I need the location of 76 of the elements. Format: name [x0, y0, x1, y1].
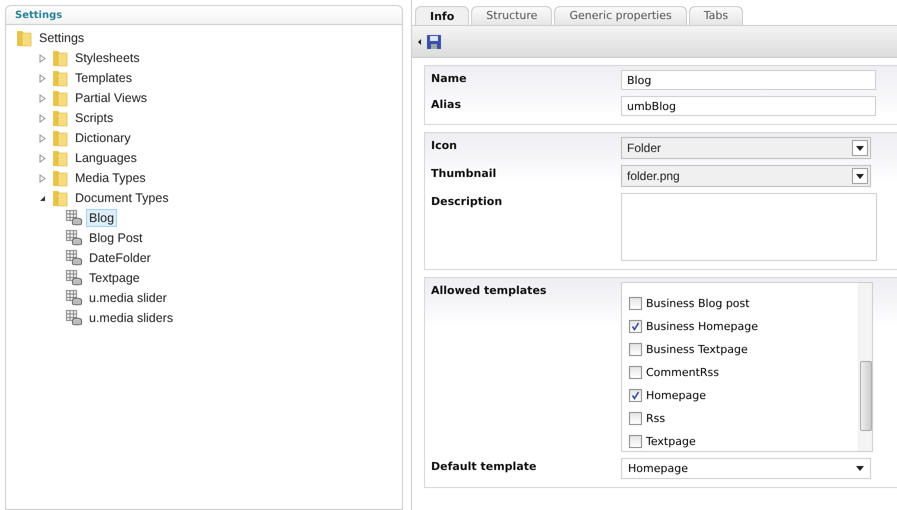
- tree-item[interactable]: u.media sliders: [86, 309, 176, 327]
- expand-arrow-icon[interactable]: [38, 54, 46, 62]
- checkbox-label: Rss: [646, 412, 666, 424]
- description-field[interactable]: [621, 193, 877, 261]
- text-field[interactable]: umbBlog: [621, 96, 876, 116]
- tree-item[interactable]: Blog Post: [86, 229, 146, 247]
- field-label: Allowed templates: [431, 283, 548, 299]
- checkbox[interactable]: [629, 320, 642, 332]
- field-label: Alias: [431, 97, 462, 113]
- expand-arrow-icon[interactable]: [38, 174, 46, 182]
- field-label: Name: [431, 71, 468, 87]
- database-table-icon: [66, 270, 82, 286]
- collapse-arrow-icon[interactable]: [38, 194, 46, 202]
- folder-icon: [16, 29, 32, 47]
- checkbox-label: Homepage: [646, 388, 706, 402]
- expand-arrow-icon[interactable]: [38, 114, 46, 122]
- dropdown-field[interactable]: Homepage: [621, 458, 871, 479]
- tree-item[interactable]: Blog: [86, 209, 118, 227]
- tree-item[interactable]: Dictionary: [72, 129, 134, 147]
- tree-root[interactable]: Settings: [36, 29, 88, 47]
- database-table-icon: [66, 230, 82, 246]
- tree-item[interactable]: Templates: [72, 69, 135, 87]
- checkbox[interactable]: [629, 434, 642, 448]
- expand-arrow-icon[interactable]: [38, 74, 46, 82]
- tab[interactable]: Generic properties: [554, 6, 687, 25]
- checkbox-label: Business Textpage: [646, 342, 748, 356]
- tree-item[interactable]: Textpage: [86, 269, 143, 287]
- tab[interactable]: Structure: [471, 6, 552, 25]
- text-field[interactable]: Blog: [621, 70, 876, 90]
- folder-icon: [52, 89, 68, 107]
- save-icon[interactable]: [427, 34, 441, 48]
- checkbox[interactable]: [629, 412, 642, 424]
- field-label: Icon: [431, 138, 458, 154]
- folder-icon: [52, 149, 68, 167]
- checkbox[interactable]: [629, 296, 642, 310]
- tab[interactable]: Info: [415, 6, 470, 25]
- tab[interactable]: Tabs: [688, 6, 744, 25]
- tree-item[interactable]: Languages: [72, 149, 140, 167]
- expand-arrow-icon[interactable]: [38, 94, 46, 102]
- database-table-icon: [66, 290, 82, 306]
- checkbox-label: Business Homepage: [646, 320, 758, 332]
- checkbox-label: Business Blog post: [646, 296, 750, 310]
- checkbox-label: Textpage: [646, 434, 696, 448]
- tree-item[interactable]: DateFolder: [86, 249, 154, 267]
- expand-arrow-icon[interactable]: [38, 154, 46, 162]
- checkbox-label: CommentRss: [646, 366, 719, 378]
- field-label: Description: [431, 194, 504, 210]
- tree-item[interactable]: Scripts: [72, 109, 116, 127]
- folder-icon: [52, 69, 68, 87]
- tree-item[interactable]: Document Types: [72, 189, 172, 207]
- tree-item[interactable]: Stylesheets: [72, 49, 143, 67]
- select-field[interactable]: Folder: [621, 137, 871, 159]
- panel-title: Settings: [15, 10, 62, 20]
- field-label: Default template: [431, 459, 538, 475]
- dropdown-arrow-icon[interactable]: [856, 466, 864, 471]
- folder-icon: [52, 49, 68, 67]
- folder-icon: [52, 169, 68, 187]
- database-table-icon: [66, 250, 82, 266]
- expand-arrow-icon[interactable]: [38, 134, 46, 142]
- tree-item[interactable]: u.media slider: [86, 289, 170, 307]
- checkbox[interactable]: [629, 342, 642, 356]
- tree-item[interactable]: Partial Views: [72, 89, 150, 107]
- checkbox[interactable]: [629, 366, 642, 378]
- field-label: Thumbnail: [431, 166, 498, 182]
- caret-icon[interactable]: [418, 38, 421, 44]
- database-table-icon: [66, 210, 82, 226]
- folder-icon: [52, 109, 68, 127]
- dropdown-arrow-icon[interactable]: [856, 146, 864, 150]
- dropdown-arrow-icon[interactable]: [856, 174, 864, 178]
- database-table-icon: [66, 310, 82, 326]
- tree-item[interactable]: Media Types: [72, 169, 149, 187]
- folder-icon: [52, 189, 68, 207]
- checkbox[interactable]: [629, 388, 642, 402]
- folder-icon: [52, 129, 68, 147]
- scrollbar[interactable]: [858, 283, 872, 451]
- select-field[interactable]: folder.png: [621, 165, 871, 187]
